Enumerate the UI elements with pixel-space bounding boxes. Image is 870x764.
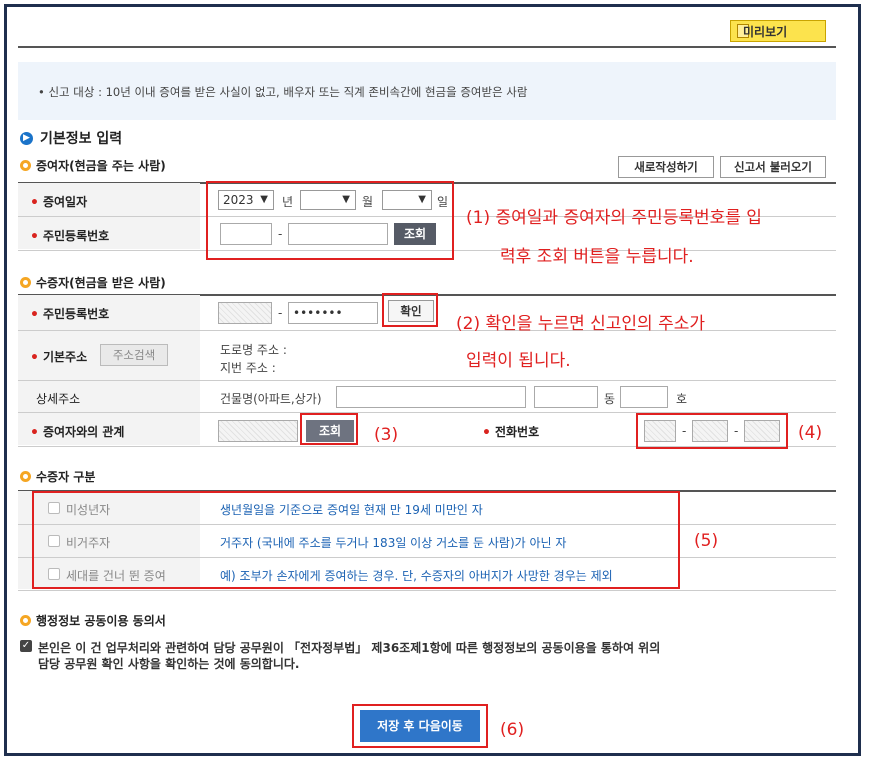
annotation-1-line1: (1) 증여일과 증여자의 주민등록번호를 입 xyxy=(466,208,762,228)
annotation-box-1 xyxy=(206,181,454,260)
recipient-type-title: 수증자 구분 xyxy=(20,468,95,485)
rrn-dash: - xyxy=(278,306,283,320)
bullet-icon xyxy=(20,160,31,171)
annotation-2-line1: (2) 확인을 누르면 신고인의 주소가 xyxy=(456,314,706,334)
annotation-box-4 xyxy=(636,413,788,449)
new-form-button[interactable]: 새로작성하기 xyxy=(618,156,714,178)
dong-unit: 동 xyxy=(604,392,616,406)
row-divider xyxy=(18,380,836,381)
recipient-rrn-label: • 주민등록번호 xyxy=(30,307,110,323)
donor-rrn-label: • 주민등록번호 xyxy=(30,229,110,245)
relation-label: • 증여자와의 관계 xyxy=(30,425,125,441)
preview-label: 미리보기 xyxy=(743,24,788,39)
consent-title: 행정정보 공동이용 동의서 xyxy=(20,612,166,629)
road-address: 도로명 주소 : xyxy=(220,343,287,357)
detail-address-label: 상세주소 xyxy=(36,392,81,406)
bullet-icon xyxy=(20,471,31,482)
consent-checkbox[interactable]: ✓ xyxy=(20,640,32,652)
annotation-box-3 xyxy=(300,413,358,445)
address-search-button[interactable]: 주소검색 xyxy=(100,344,168,366)
annotation-box-2 xyxy=(382,293,438,327)
recipient-rrn-front-input[interactable] xyxy=(218,302,272,324)
lot-address: 지번 주소 : xyxy=(220,361,276,375)
consent-text-line1: 본인은 이 건 업무처리와 관련하여 담당 공무원이 「전자정부법」 제36조제… xyxy=(38,641,661,655)
row-divider xyxy=(18,590,836,591)
address-label: • 기본주소 xyxy=(30,350,88,366)
annotation-4: (4) xyxy=(798,423,823,443)
recipient-section-title: 수증자(현금을 받은 사람) xyxy=(20,274,166,291)
building-label: 건물명(아파트,상가) xyxy=(220,392,322,406)
consent-text-line2: 담당 공무원 확인 사항을 확인하는 것에 동의합니다. xyxy=(38,657,300,671)
annotation-6: (6) xyxy=(500,720,525,740)
row-divider xyxy=(18,330,836,331)
annotation-1-line2: 력후 조회 버튼을 누릅니다. xyxy=(500,247,694,267)
notice-box: • 신고 대상 : 10년 이내 증여를 받은 사실이 없고, 배우자 또는 직… xyxy=(18,62,836,120)
notice-text: • 신고 대상 : 10년 이내 증여를 받은 사실이 없고, 배우자 또는 직… xyxy=(38,85,528,99)
donor-section-title: 증여자(현금을 주는 사람) xyxy=(20,157,166,174)
bullet-icon xyxy=(20,277,31,288)
building-input[interactable] xyxy=(336,386,526,408)
top-divider xyxy=(18,46,836,48)
annotation-5: (5) xyxy=(694,531,719,551)
annotation-box-5 xyxy=(32,491,680,589)
load-form-button[interactable]: 신고서 불러오기 xyxy=(720,156,826,178)
donation-date-label: • 증여일자 xyxy=(30,195,88,211)
save-next-button[interactable]: 저장 후 다음이동 xyxy=(360,710,480,742)
annotation-2-line2: 입력이 됩니다. xyxy=(466,351,571,371)
preview-button[interactable]: 미리보기 xyxy=(730,20,826,42)
arrow-right-icon: ▶ xyxy=(20,131,33,145)
ho-unit: 호 xyxy=(676,392,688,406)
basic-info-title: ▶ 기본정보 입력 xyxy=(20,128,122,148)
phone-label: • 전화번호 xyxy=(482,425,540,441)
recipient-rrn-back-input[interactable]: ••••••• xyxy=(288,302,378,324)
ho-input[interactable] xyxy=(620,386,668,408)
annotation-3: (3) xyxy=(374,425,399,445)
bullet-icon xyxy=(20,615,31,626)
dong-input[interactable] xyxy=(534,386,598,408)
relation-input[interactable] xyxy=(218,420,298,442)
